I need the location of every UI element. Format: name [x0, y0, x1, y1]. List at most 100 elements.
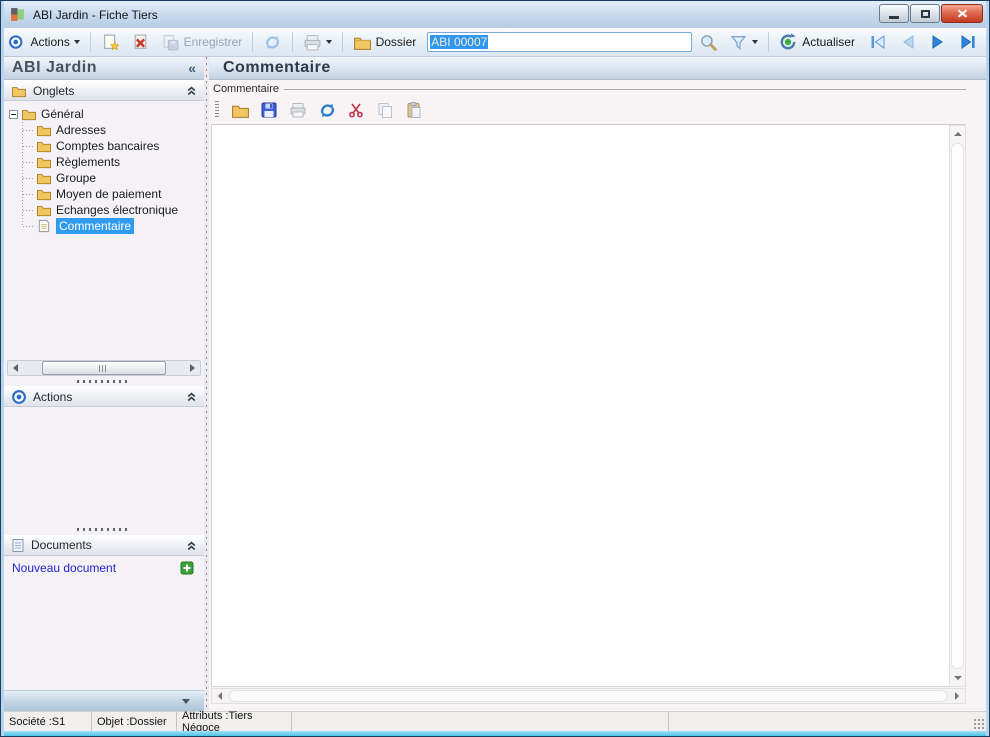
paste-button[interactable]	[403, 99, 425, 121]
nav-first-button[interactable]	[864, 31, 892, 53]
vertical-scrollbar[interactable]	[949, 125, 966, 687]
folder-icon	[11, 84, 27, 98]
tree-item-echanges-electronique[interactable]: Echanges électronique	[9, 202, 204, 218]
triangle-down-icon	[954, 676, 962, 680]
record-navigation	[864, 31, 982, 53]
close-button[interactable]	[941, 4, 983, 23]
tree-item-comptes-bancaires[interactable]: Comptes bancaires	[9, 138, 204, 154]
chevron-down-icon	[182, 699, 190, 704]
tree-item-label: Moyen de paiement	[56, 187, 161, 201]
nav-last-button[interactable]	[954, 31, 982, 53]
scrollbar-thumb[interactable]	[951, 143, 964, 669]
collapse-chevron-icon[interactable]	[186, 391, 197, 402]
sidebar-header: ABI Jardin «	[4, 57, 204, 80]
tree-item-groupe[interactable]: Groupe	[9, 170, 204, 186]
printer-icon	[289, 101, 307, 119]
scrollbar-track[interactable]	[23, 361, 185, 375]
tree-item-general[interactable]: Général	[9, 106, 204, 122]
bullseye-icon	[11, 389, 27, 405]
record-search-input[interactable]: ABI 00007	[427, 32, 691, 52]
status-objet: Objet :Dossier	[92, 712, 177, 731]
copy-icon	[376, 101, 394, 119]
tree-connector	[23, 146, 34, 147]
documents-panel-empty	[4, 580, 204, 690]
save-icon	[161, 33, 180, 52]
copy-button[interactable]	[374, 99, 396, 121]
tree-item-label: Règlements	[56, 155, 120, 169]
application-window: ABI Jardin - Fiche Tiers Actions	[0, 0, 990, 737]
dossier-button[interactable]: Dossier	[349, 31, 421, 54]
open-button[interactable]	[229, 99, 251, 121]
tree-item-moyen-de-paiement[interactable]: Moyen de paiement	[9, 186, 204, 202]
tree-connector	[23, 210, 34, 211]
delete-record-icon	[131, 33, 150, 52]
section-onglets-header[interactable]: Onglets	[4, 80, 204, 101]
scroll-up-arrow[interactable]	[950, 126, 965, 142]
groupbox-legend: Commentaire	[211, 82, 966, 96]
folder-icon	[21, 107, 37, 121]
filter-button[interactable]	[725, 31, 762, 54]
new-document-link[interactable]: Nouveau document	[12, 561, 174, 575]
toolbar-drag-handle[interactable]	[215, 101, 219, 119]
minimize-button[interactable]	[879, 4, 909, 23]
tree-item-commentaire[interactable]: Commentaire	[9, 218, 204, 234]
tree-item-label: Echanges électronique	[56, 203, 178, 217]
printer-icon	[303, 33, 322, 52]
record-search-value: ABI 00007	[430, 35, 488, 49]
print-comment-button[interactable]	[287, 99, 309, 121]
splitter-handle[interactable]	[4, 376, 204, 386]
nav-next-button[interactable]	[924, 31, 952, 53]
refresh-button[interactable]	[259, 31, 286, 54]
sidebar-horizontal-scrollbar[interactable]	[7, 360, 201, 376]
collapse-chevron-icon[interactable]	[186, 540, 197, 551]
sidebar-collapse-button[interactable]: «	[188, 60, 196, 76]
paste-icon	[405, 101, 423, 119]
sidebar-bottom-bar[interactable]	[4, 690, 204, 711]
scroll-down-arrow[interactable]	[950, 670, 965, 686]
comment-textarea[interactable]	[211, 125, 949, 687]
add-document-button[interactable]	[180, 561, 194, 575]
save-button[interactable]: Enregistrer	[157, 31, 247, 54]
new-record-icon	[101, 33, 120, 52]
cut-button[interactable]	[345, 99, 367, 121]
search-button[interactable]	[695, 31, 722, 54]
tree-item-label: Comptes bancaires	[56, 139, 159, 153]
scrollbar-thumb[interactable]	[42, 361, 165, 375]
tree-item-label-selected: Commentaire	[56, 218, 134, 234]
window-title: ABI Jardin - Fiche Tiers	[33, 8, 158, 22]
tree-item-adresses[interactable]: Adresses	[9, 122, 204, 138]
section-documents-label: Documents	[31, 538, 180, 552]
maximize-button[interactable]	[910, 4, 940, 23]
scroll-right-arrow[interactable]	[949, 692, 965, 700]
scroll-right-arrow[interactable]	[185, 361, 200, 375]
groupbox-legend-line	[284, 89, 966, 90]
toolbar-separator	[252, 32, 253, 52]
scrollbar-thumb[interactable]	[229, 690, 948, 702]
scroll-left-arrow[interactable]	[212, 692, 228, 700]
collapse-chevron-icon[interactable]	[186, 85, 197, 96]
section-actions-header[interactable]: Actions	[4, 386, 204, 407]
tree-expand-toggle[interactable]	[9, 110, 18, 119]
resize-grip[interactable]	[972, 717, 984, 729]
print-button[interactable]	[299, 31, 336, 54]
toolbar-separator	[768, 32, 769, 52]
triangle-right-icon	[955, 692, 959, 700]
save-comment-button[interactable]	[258, 99, 280, 121]
new-record-button[interactable]	[97, 31, 124, 54]
folder-icon	[36, 155, 52, 169]
actualiser-button[interactable]: Actualiser	[774, 30, 859, 54]
horizontal-scrollbar[interactable]	[211, 688, 966, 704]
document-icon	[11, 538, 25, 553]
splitter-handle[interactable]	[4, 525, 204, 535]
delete-record-button[interactable]	[127, 31, 154, 54]
chevron-down-icon	[74, 40, 80, 44]
refresh-comment-button[interactable]	[316, 99, 338, 121]
section-documents-header[interactable]: Documents	[4, 535, 204, 556]
actions-menu-button[interactable]: Actions	[26, 33, 83, 51]
main-toolbar: Actions Enregistrer	[4, 28, 986, 57]
window-titlebar: ABI Jardin - Fiche Tiers	[4, 1, 986, 28]
scroll-left-arrow[interactable]	[8, 361, 23, 375]
nav-previous-button[interactable]	[894, 31, 922, 53]
tree-item-reglements[interactable]: Règlements	[9, 154, 204, 170]
folder-icon	[36, 171, 52, 185]
